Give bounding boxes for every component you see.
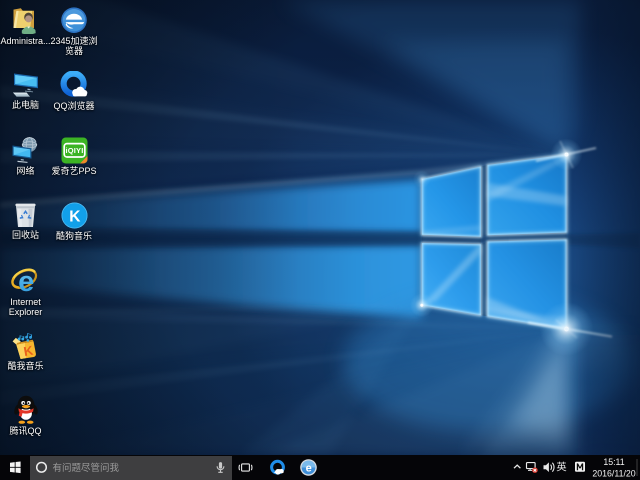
svg-text:iQIYI: iQIYI bbox=[65, 146, 83, 155]
svg-text:2016/11/20: 2016/11/20 bbox=[592, 468, 635, 478]
svg-text:15:11: 15:11 bbox=[603, 457, 624, 467]
svg-text:有问题尽管问我: 有问题尽管问我 bbox=[53, 462, 120, 474]
svg-text:K: K bbox=[69, 208, 81, 225]
svg-text:e: e bbox=[306, 462, 312, 474]
